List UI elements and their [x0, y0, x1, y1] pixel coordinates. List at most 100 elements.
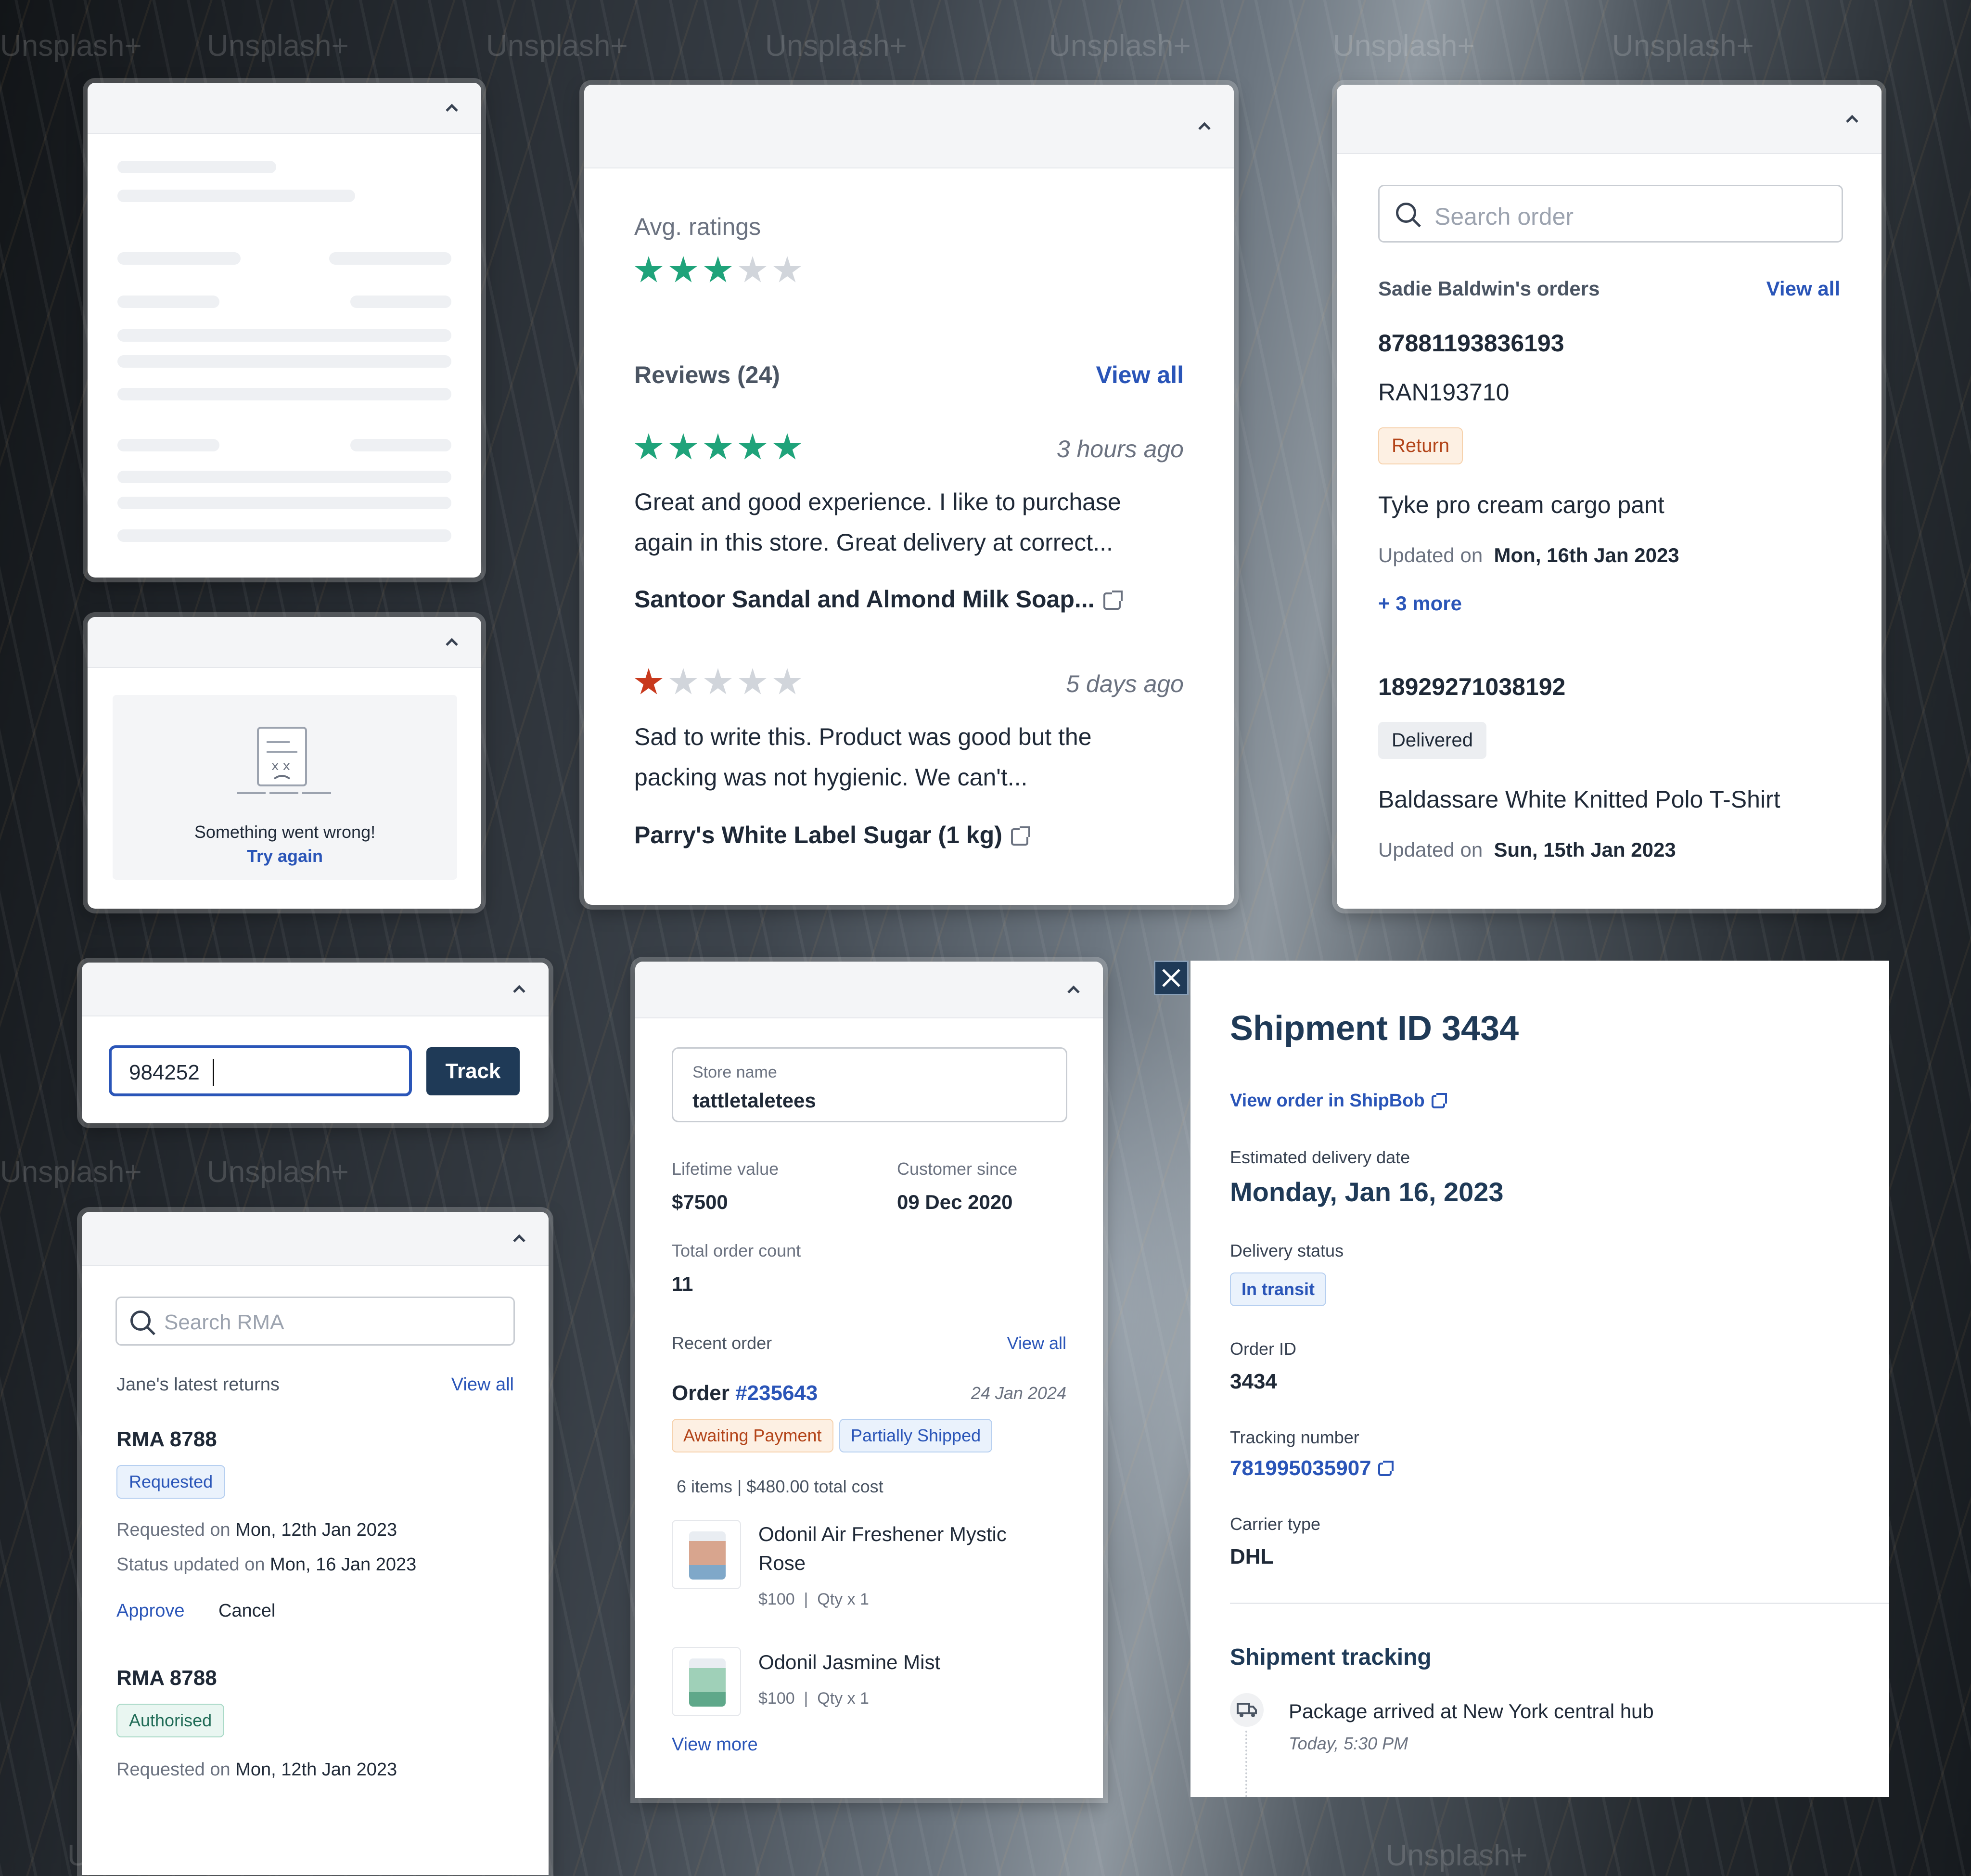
review-time: 5 days ago [1066, 670, 1184, 697]
error-card: x x Something went wrong! Try again [88, 617, 481, 909]
close-button[interactable] [1154, 961, 1189, 995]
rma-requested: Requested on Mon, 12th Jan 2023 [116, 1760, 397, 1780]
product-thumbnail [672, 1647, 741, 1716]
order-product: Tyke pro cream cargo pant [1378, 491, 1664, 518]
chevron-up-icon[interactable] [1067, 985, 1080, 998]
order-number-link[interactable]: #235643 [735, 1381, 818, 1405]
chevron-up-icon[interactable] [1198, 122, 1211, 135]
review-product-link[interactable]: Santoor Sandal and Almond Milk Soap... [634, 585, 1123, 613]
shipping-status-badge: Partially Shipped [839, 1419, 993, 1452]
product-name: Rose [758, 1552, 806, 1574]
rma-status-updated: Status updated on Mon, 16 Jan 2023 [116, 1555, 416, 1575]
review-product-name: Parry's White Label Sugar (1 kg) [634, 822, 1002, 848]
store-name-field[interactable]: Store name tattletaletees [672, 1047, 1067, 1122]
card-header [88, 617, 481, 668]
orders-view-all-link[interactable]: View all [1766, 277, 1840, 300]
svg-text:x x: x x [271, 759, 290, 773]
rma-title: Jane's latest returns [116, 1375, 280, 1395]
watermark: Unsplash+ [0, 1156, 142, 1189]
star-icon [739, 256, 767, 283]
product-thumbnail [672, 1520, 741, 1589]
requested-label: Requested on [116, 1520, 230, 1540]
cancel-button[interactable]: Cancel [218, 1601, 275, 1621]
rma-status-wrap: Requested [116, 1465, 226, 1499]
rma-id[interactable]: RMA 8788 [116, 1666, 217, 1690]
text-cursor [213, 1059, 214, 1086]
review-text: packing was not hygienic. We can't... [634, 764, 1028, 791]
rma-id[interactable]: RMA 8788 [116, 1427, 217, 1452]
rma-card: Search RMA Jane's latest returns View al… [82, 1212, 549, 1875]
card-header [82, 963, 549, 1016]
watermark: Unsplash+ [486, 29, 628, 63]
tracking-input[interactable]: 984252 [109, 1045, 412, 1096]
star-icon [704, 668, 732, 694]
chevron-up-icon[interactable] [446, 638, 458, 651]
review-product-name: Santoor Sandal and Almond Milk Soap... [634, 586, 1095, 613]
more-orders-link[interactable]: + 3 more [1378, 592, 1462, 615]
order-updated: Updated on Sun, 15th Jan 2023 [1378, 838, 1676, 861]
order-id[interactable]: 18929271038192 [1378, 673, 1565, 701]
shipment-title: Shipment ID 3434 [1230, 1009, 1519, 1048]
requested-value: Mon, 12th Jan 2023 [235, 1760, 397, 1780]
track-button[interactable]: Track [426, 1047, 520, 1095]
watermark: Unsplash+ [1049, 29, 1191, 63]
status-badge: Delivered [1378, 722, 1486, 759]
customer-since-value: 09 Dec 2020 [897, 1191, 1013, 1213]
status-badge: Requested [116, 1465, 226, 1499]
delivery-status-badge: In transit [1230, 1272, 1327, 1306]
view-more-link[interactable]: View more [672, 1735, 758, 1755]
carrier-label: Carrier type [1230, 1514, 1321, 1534]
star-icon [635, 433, 663, 460]
try-again-link[interactable]: Try again [113, 846, 457, 866]
chevron-up-icon[interactable] [513, 985, 525, 998]
review-product-link[interactable]: Parry's White Label Sugar (1 kg) [634, 821, 1030, 849]
tracking-number-link[interactable]: 781995035907 [1230, 1456, 1394, 1480]
order-date: 24 Jan 2024 [971, 1383, 1066, 1403]
product-qty: Qty x 1 [817, 1590, 869, 1608]
recent-order-label: Recent order [672, 1333, 772, 1353]
updated-value: Mon, 16th Jan 2023 [1494, 544, 1679, 566]
product-name: Odonil Air Freshener Mystic [758, 1523, 1007, 1545]
recent-view-all-link[interactable]: View all [1007, 1333, 1066, 1353]
star-icon [773, 433, 801, 460]
order-badges: Awaiting Payment Partially Shipped [672, 1419, 993, 1452]
orders-title: Sadie Baldwin's orders [1378, 277, 1600, 300]
chevron-up-icon[interactable] [446, 103, 458, 116]
order-status-wrap: Return [1378, 427, 1463, 464]
chevron-up-icon[interactable] [513, 1234, 525, 1247]
order-summary: 6 items | $480.00 total cost [677, 1477, 883, 1496]
search-rma-input[interactable]: Search RMA [115, 1297, 515, 1346]
order-count-label: Total order count [672, 1241, 801, 1260]
watermark: Unsplash+ [0, 29, 142, 63]
search-icon [1396, 203, 1416, 223]
external-link-icon [1011, 826, 1030, 846]
star-icon [773, 668, 801, 694]
star-icon [669, 668, 697, 694]
watermark: Unsplash+ [207, 1156, 349, 1189]
reviews-title: Reviews (24) [634, 361, 780, 388]
order-heading: Order #235643 [672, 1381, 818, 1405]
order-id[interactable]: 87881193836193 [1378, 329, 1564, 357]
product-price: $100 [758, 1590, 795, 1608]
lifetime-value: $7500 [672, 1191, 728, 1213]
order-updated: Updated on Mon, 16th Jan 2023 [1378, 544, 1679, 567]
tracking-number-value: 781995035907 [1230, 1456, 1371, 1480]
shipment-tracking-title: Shipment tracking [1230, 1645, 1432, 1670]
card-header [88, 83, 481, 134]
star-icon [635, 256, 663, 283]
external-link-icon [1103, 590, 1123, 610]
close-icon [1162, 969, 1180, 987]
order-id-value: 3434 [1230, 1370, 1277, 1393]
broken-document-icon: x x [237, 727, 333, 794]
reviews-view-all-link[interactable]: View all [1096, 361, 1184, 389]
view-order-link[interactable]: View order in ShipBob [1230, 1091, 1447, 1111]
product-price-qty: $100 | Qty x 1 [758, 1590, 869, 1608]
approve-button[interactable]: Approve [116, 1601, 185, 1621]
view-order-text: View order in ShipBob [1230, 1091, 1425, 1111]
watermark: Unsplash+ [207, 29, 349, 63]
requested-label: Requested on [116, 1760, 230, 1780]
search-order-input[interactable]: Search order [1378, 185, 1843, 243]
product-name: Odonil Jasmine Mist [758, 1651, 941, 1673]
rma-view-all-link[interactable]: View all [451, 1375, 514, 1395]
chevron-up-icon[interactable] [1846, 115, 1858, 128]
